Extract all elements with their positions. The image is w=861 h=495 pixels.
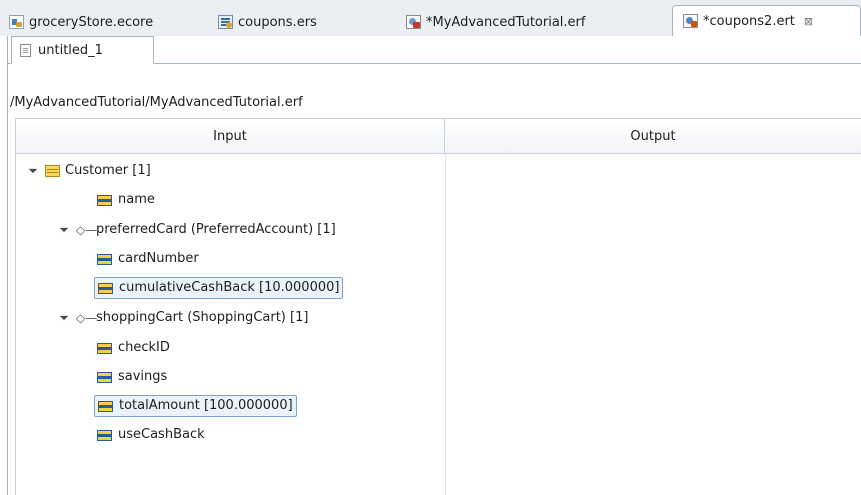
tree-node-label: totalAmount [100.000000] [119,398,293,413]
close-tab-icon[interactable]: ⊠ [804,15,813,28]
tab-label: *MyAdvancedTutorial.erf [426,14,586,30]
column-divider [445,154,446,495]
selection-highlight: totalAmount [100.000000] [94,395,297,417]
attribute-icon [97,429,112,441]
tab-coupons2-ert[interactable]: *coupons2.ert ⊠ [672,5,861,36]
tree-node-label: shoppingCart (ShoppingCart) [1] [96,310,309,325]
tree-node-label: useCashBack [118,427,205,442]
output-column-header[interactable]: Output [445,119,861,154]
attribute-icon [97,371,112,383]
attribute-icon [98,282,113,294]
tab-label: coupons.ers [238,14,317,30]
tab-myadvancedtutorial-erf[interactable]: *MyAdvancedTutorial.erf [406,8,585,36]
tab-label: *coupons2.ert [703,13,795,29]
attribute-icon [98,400,113,412]
ert-file-icon [683,14,698,28]
erf-file-icon [406,15,421,29]
tab-label: groceryStore.ecore [29,14,154,30]
tree-node-label: checkID [118,340,170,355]
tree-node-usecashback[interactable]: useCashBack [97,424,205,446]
inner-tab-bar: untitled_1 [8,36,861,64]
tree-node-shoppingcart[interactable]: ◢ ◇— shoppingCart (ShoppingCart) [1] [59,307,309,329]
class-icon [45,165,60,177]
table-header: Input Output [16,118,861,154]
input-column-header[interactable]: Input [16,119,445,154]
attribute-icon [97,342,112,354]
tab-grocerystore-ecore[interactable]: groceryStore.ecore [9,8,153,36]
tree-node-checkid[interactable]: checkID [97,337,170,359]
tree-node-preferredcard[interactable]: ◢ ◇— preferredCard (PreferredAccount) [1… [59,219,336,241]
tab-untitled-1[interactable]: untitled_1 [11,36,154,64]
tree-node-cumulativecashback[interactable]: cumulativeCashBack [10.000000] [94,277,344,299]
selection-highlight: cumulativeCashBack [10.000000] [94,277,344,299]
document-icon [20,43,31,57]
ecore-file-icon [9,15,24,29]
tree-node-customer[interactable]: ◢ Customer [1] [28,160,151,182]
subtab-label: untitled_1 [38,42,103,58]
tree-node-label: cumulativeCashBack [10.000000] [119,280,340,295]
tree-node-cardnumber[interactable]: cardNumber [97,248,199,270]
tree-node-label: preferredCard (PreferredAccount) [1] [96,222,336,237]
ers-file-icon [218,15,233,29]
tree-node-savings[interactable]: savings [97,366,167,388]
tab-coupons-ers[interactable]: coupons.ers [218,8,317,36]
tree-node-label: savings [118,369,168,384]
reference-icon: ◇— [76,311,98,325]
tree-node-label: cardNumber [118,251,199,266]
attribute-icon [97,194,112,206]
tree-node-totalamount[interactable]: totalAmount [100.000000] [94,395,297,417]
editor-tab-bar: groceryStore.ecore coupons.ers *MyAdvanc… [0,0,861,36]
reference-icon: ◇— [76,223,98,237]
tree-node-name[interactable]: name [97,189,155,211]
file-path: /MyAdvancedTutorial/MyAdvancedTutorial.e… [10,95,303,110]
tree-node-label: name [118,192,155,207]
tree-node-label: Customer [1] [65,163,151,178]
attribute-icon [97,253,112,265]
